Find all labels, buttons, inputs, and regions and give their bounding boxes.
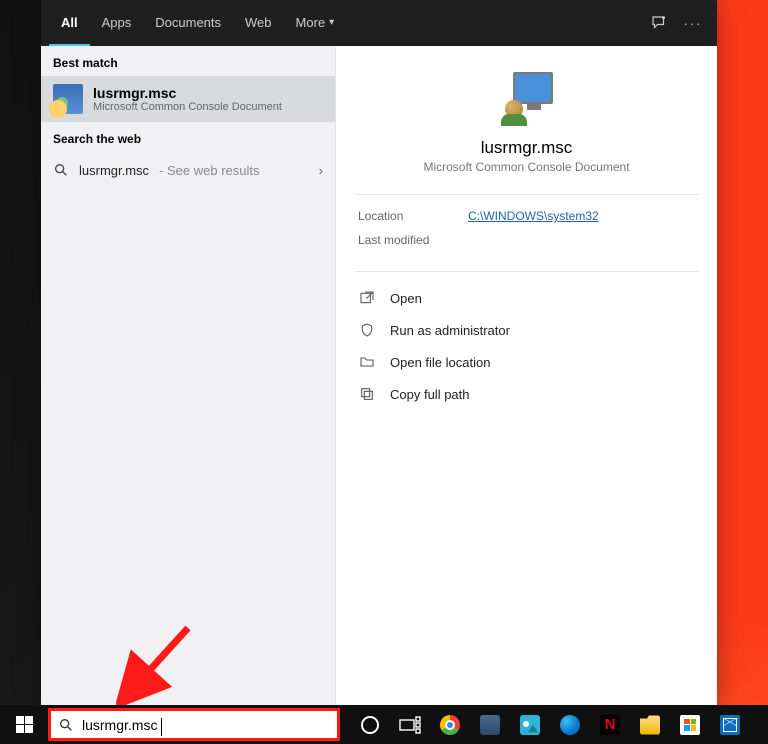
cortana-icon: [360, 715, 380, 735]
header-actions: ···: [649, 13, 709, 33]
search-icon: [58, 717, 74, 733]
search-scope-tabs: All Apps Documents Web More▾: [49, 0, 346, 46]
chrome-icon: [440, 715, 460, 735]
tab-all[interactable]: All: [49, 0, 90, 46]
taskbar-app-store[interactable]: [672, 705, 708, 744]
taskbar-app-mail[interactable]: [712, 705, 748, 744]
location-label: Location: [358, 209, 438, 223]
best-match-heading: Best match: [41, 46, 335, 76]
tab-label: Web: [245, 15, 272, 30]
search-web-heading: Search the web: [41, 122, 335, 152]
tab-label: More: [296, 15, 326, 30]
web-result-hint: - See web results: [159, 163, 259, 178]
shield-icon: [358, 322, 376, 338]
chevron-right-icon: ›: [319, 163, 323, 178]
chevron-down-icon: ▾: [329, 17, 334, 28]
tab-label: Apps: [102, 15, 132, 30]
taskbar-app-file-explorer[interactable]: [632, 705, 668, 744]
action-open[interactable]: Open: [344, 282, 709, 314]
feedback-icon[interactable]: [649, 13, 669, 33]
options-icon[interactable]: ···: [683, 13, 703, 33]
edge-icon: [560, 715, 580, 735]
search-header: All Apps Documents Web More▾ ···: [41, 0, 717, 46]
cortana-button[interactable]: [352, 705, 388, 744]
action-run-admin[interactable]: Run as administrator: [344, 314, 709, 346]
mmc-document-icon: [53, 84, 83, 114]
preview-large-icon: [499, 68, 555, 124]
last-modified-label: Last modified: [358, 233, 438, 247]
results-column: Best match lusrmgr.msc Microsoft Common …: [41, 46, 335, 705]
start-search-flyout: All Apps Documents Web More▾ ··· Best ma…: [41, 0, 717, 705]
taskbar-apps: N: [340, 705, 768, 744]
action-label: Open file location: [390, 355, 490, 370]
store-icon: [680, 715, 700, 735]
search-input-value: lusrmgr.msc: [82, 717, 157, 733]
taskbar-app-acrobat[interactable]: [472, 705, 508, 744]
preview-pane: lusrmgr.msc Microsoft Common Console Doc…: [335, 46, 717, 705]
action-open-location[interactable]: Open file location: [344, 346, 709, 378]
folder-icon: [358, 354, 376, 370]
best-match-result[interactable]: lusrmgr.msc Microsoft Common Console Doc…: [41, 76, 335, 122]
location-link[interactable]: C:\WINDOWS\system32: [468, 209, 599, 223]
web-result-query: lusrmgr.msc: [79, 163, 149, 178]
taskbar-app-photos[interactable]: [512, 705, 548, 744]
best-match-title: lusrmgr.msc: [93, 85, 282, 101]
tab-label: Documents: [155, 15, 221, 30]
action-label: Copy full path: [390, 387, 470, 402]
preview-subtitle: Microsoft Common Console Document: [356, 160, 697, 174]
taskbar-search-input[interactable]: lusrmgr.msc: [48, 708, 340, 741]
start-button[interactable]: [0, 705, 48, 744]
web-result[interactable]: lusrmgr.msc - See web results ›: [41, 152, 335, 188]
taskbar-app-netflix[interactable]: N: [592, 705, 628, 744]
preview-meta: Location C:\WINDOWS\system32 Last modifi…: [336, 195, 717, 271]
tab-documents[interactable]: Documents: [143, 0, 233, 46]
tab-apps[interactable]: Apps: [90, 0, 144, 46]
action-label: Run as administrator: [390, 323, 510, 338]
tab-more[interactable]: More▾: [284, 0, 347, 46]
windows-logo-icon: [16, 716, 33, 733]
task-view-icon: [399, 716, 421, 734]
photos-icon: [520, 715, 540, 735]
text-caret: [161, 718, 162, 736]
action-label: Open: [390, 291, 422, 306]
task-view-button[interactable]: [392, 705, 428, 744]
tab-web[interactable]: Web: [233, 0, 284, 46]
preview-actions: Open Run as administrator Open file loca…: [336, 272, 717, 420]
acrobat-icon: [480, 715, 500, 735]
taskbar-app-edge[interactable]: [552, 705, 588, 744]
netflix-icon: N: [600, 715, 620, 735]
folder-icon: [640, 715, 660, 735]
taskbar-app-chrome[interactable]: [432, 705, 468, 744]
open-icon: [358, 290, 376, 306]
search-icon: [53, 162, 69, 178]
tab-label: All: [61, 15, 78, 30]
taskbar: lusrmgr.msc N: [0, 705, 768, 744]
best-match-subtitle: Microsoft Common Console Document: [93, 101, 282, 113]
action-copy-path[interactable]: Copy full path: [344, 378, 709, 410]
preview-title: lusrmgr.msc: [356, 138, 697, 158]
desktop: All Apps Documents Web More▾ ··· Best ma…: [0, 0, 768, 744]
mail-icon: [720, 715, 740, 735]
copy-icon: [358, 386, 376, 402]
